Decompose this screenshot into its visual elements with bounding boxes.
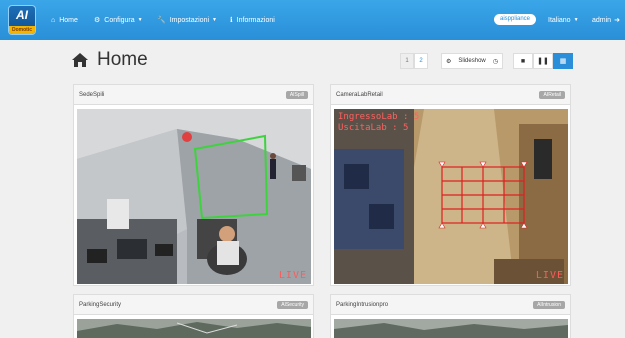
camera-name: ParkingSecurity	[79, 301, 122, 308]
camera-feed-image	[334, 109, 568, 284]
camera-badge: AIRetail	[539, 90, 565, 99]
counter-overlay: UscitaLab : 5	[338, 123, 409, 133]
camera-feed[interactable]: IngressoLab : 5 UscitaLab : 5 LIVE	[334, 109, 568, 284]
camera-feed-image	[334, 319, 568, 338]
camera-feed-image	[77, 319, 311, 338]
camera-badge: AISpill	[285, 90, 308, 99]
chevron-down-icon: ▼	[573, 17, 579, 23]
logo-text: AI	[16, 8, 28, 22]
clock-icon: ◷	[492, 58, 498, 65]
camera-panel: ParkingIntrusionpro AIIntrusion	[330, 294, 571, 338]
panel-header: CameraLabRetail AIRetail	[331, 85, 570, 105]
user-label: admin	[592, 16, 612, 24]
logout-icon: ➜	[614, 17, 620, 24]
slideshow-label: Slideshow	[458, 58, 486, 64]
page-1-button[interactable]: 1	[400, 53, 414, 69]
home-icon: ⌂	[51, 16, 56, 24]
nav-configura[interactable]: ⚙ Configura ▼	[94, 0, 143, 40]
language-label: Italiano	[548, 16, 571, 24]
nav-home-label: Home	[59, 16, 78, 24]
nav-impostazioni[interactable]: 🔧 Impostazioni ▼	[157, 0, 217, 40]
counter-overlay: IngressoLab : 5	[338, 112, 420, 122]
home-icon	[72, 53, 88, 67]
view-columns-button[interactable]: ❚❚	[533, 53, 553, 69]
view-switcher: ■ ❚❚ ▦	[513, 53, 573, 69]
language-dropdown[interactable]: Italiano ▼	[548, 0, 579, 40]
nav-impostazioni-label: Impostazioni	[169, 16, 210, 24]
page-title: Home	[97, 49, 148, 70]
live-indicator: LIVE	[278, 270, 307, 281]
panel-header: ParkingSecurity AISecurity	[74, 295, 313, 315]
camera-badge: AIIntrusion	[533, 300, 565, 309]
camera-feed[interactable]	[334, 319, 568, 338]
info-icon: ℹ	[230, 17, 233, 24]
chevron-down-icon: ▼	[212, 17, 217, 23]
gear-icon: ⚙	[446, 58, 452, 65]
gear-icon: ⚙	[94, 17, 101, 24]
columns-icon: ❚❚	[537, 58, 549, 65]
camera-panel: CameraLabRetail AIRetail IngressoLab: 5…	[330, 84, 571, 286]
navbar: AI Domotic ⌂ Home ⚙ Configura ▼ 🔧 Impost…	[0, 0, 625, 40]
camera-feed-image	[77, 109, 311, 284]
view-grid-button[interactable]: ▦	[553, 53, 573, 69]
slideshow-button[interactable]: ⚙ Slideshow ◷	[441, 53, 503, 69]
camera-feed[interactable]	[77, 319, 311, 338]
user-menu[interactable]: admin ➜	[592, 0, 620, 40]
camera-name: ParkingIntrusionpro	[336, 301, 389, 308]
nav-informazioni[interactable]: ℹ Informazioni	[230, 0, 275, 40]
logo-subtext: Domotic	[9, 26, 35, 34]
camera-panel: SedeSpili AISpill LIVE	[73, 84, 314, 286]
grid-icon: ▦	[559, 58, 567, 65]
wrench-icon: 🔧	[157, 17, 166, 24]
live-indicator: LIVE	[535, 270, 564, 281]
camera-panel: ParkingSecurity AISecurity	[73, 294, 314, 338]
chevron-down-icon: ▼	[137, 17, 143, 23]
user-type-badge: aisppliance	[494, 14, 537, 25]
square-icon: ■	[520, 57, 526, 65]
panel-header: ParkingIntrusionpro AIIntrusion	[331, 295, 570, 315]
panel-header: SedeSpili AISpill	[74, 85, 313, 105]
page-title-area: Home	[71, 49, 148, 71]
camera-badge: AISecurity	[277, 300, 308, 309]
nav-home[interactable]: ⌂ Home	[51, 0, 78, 40]
camera-feed[interactable]: LIVE	[77, 109, 311, 284]
nav-configura-label: Configura	[104, 16, 135, 24]
pagination: 1 2	[400, 53, 428, 69]
camera-name: CameraLabRetail	[336, 91, 383, 98]
view-single-button[interactable]: ■	[513, 53, 533, 69]
camera-name: SedeSpili	[79, 91, 105, 98]
page-2-button[interactable]: 2	[414, 53, 428, 69]
app-logo[interactable]: AI Domotic	[8, 5, 36, 35]
nav-informazioni-label: Informazioni	[236, 16, 275, 24]
